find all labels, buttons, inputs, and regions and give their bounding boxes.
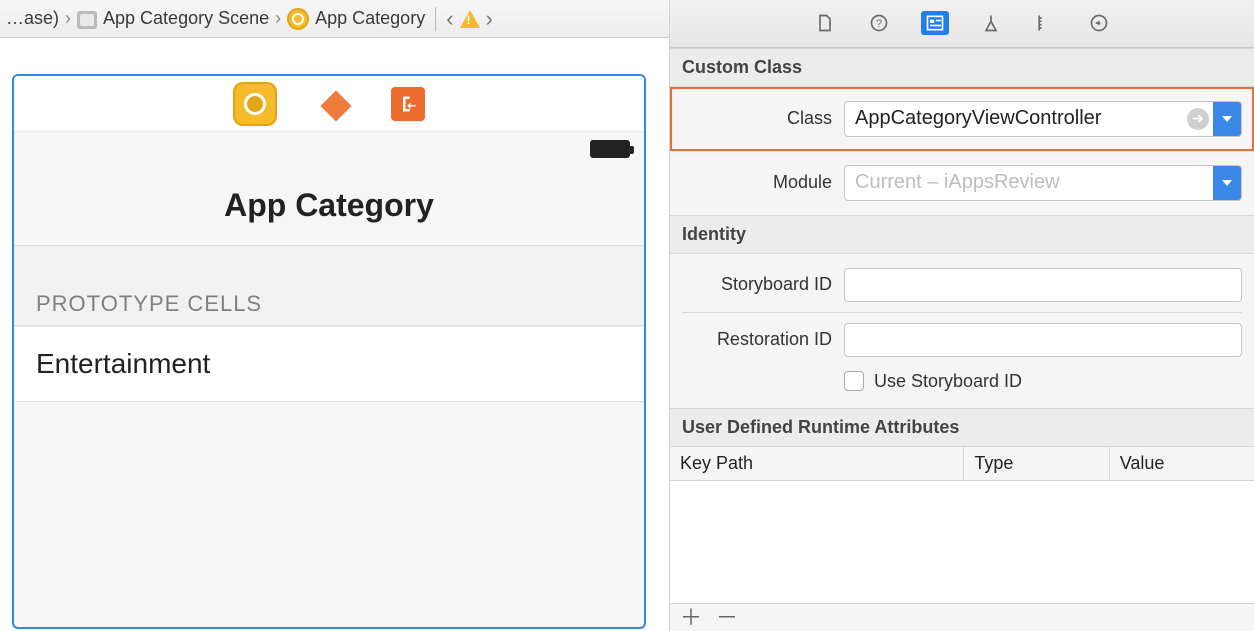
storyboard-id-label: Storyboard ID <box>682 274 832 295</box>
nav-bar[interactable]: App Category <box>14 166 644 246</box>
restoration-id-input[interactable] <box>844 323 1242 357</box>
exit-icon[interactable] <box>391 87 425 121</box>
module-label: Module <box>682 172 832 193</box>
prototype-cells-label: PROTOTYPE CELLS <box>14 246 644 326</box>
inspector-tab-bar: ? <box>670 0 1254 48</box>
interface-builder-canvas-pane: …ase) › App Category Scene › App Categor… <box>0 0 670 631</box>
attributes-inspector-icon[interactable] <box>979 11 1003 35</box>
file-inspector-icon[interactable] <box>813 11 837 35</box>
chevron-down-icon <box>1222 180 1232 186</box>
nav-title: App Category <box>224 187 434 224</box>
nav-forward-icon[interactable]: › <box>486 6 493 32</box>
module-input[interactable] <box>845 171 1213 194</box>
module-row: Module <box>670 151 1254 215</box>
column-keypath[interactable]: Key Path <box>670 447 964 480</box>
use-storyboard-id-label: Use Storyboard ID <box>874 371 1022 392</box>
breadcrumb-item[interactable]: App Category <box>315 8 425 29</box>
runtime-attrs-table[interactable] <box>670 481 1254 605</box>
chevron-right-icon: › <box>65 8 71 29</box>
class-dropdown-button[interactable] <box>1213 102 1241 136</box>
class-combobox[interactable]: ➔ <box>844 101 1242 137</box>
view-controller-icon[interactable] <box>233 82 277 126</box>
help-inspector-icon[interactable]: ? <box>867 11 891 35</box>
status-bar <box>14 132 644 166</box>
restoration-id-label: Restoration ID <box>682 329 832 350</box>
cell-title-label: Entertainment <box>36 348 210 380</box>
divider <box>682 312 1242 313</box>
nav-back-icon[interactable]: ‹ <box>446 6 453 32</box>
module-combobox[interactable] <box>844 165 1242 201</box>
storyboard-scene-icon <box>77 11 97 29</box>
connections-inspector-icon[interactable] <box>1087 11 1111 35</box>
view-controller-icon <box>287 8 309 30</box>
chevron-down-icon <box>1222 116 1232 122</box>
column-type[interactable]: Type <box>964 447 1109 480</box>
chevron-right-icon: › <box>275 8 281 29</box>
storyboard-id-input[interactable] <box>844 268 1242 302</box>
class-label: Class <box>682 108 832 129</box>
section-header-runtime-attrs: User Defined Runtime Attributes <box>670 408 1254 447</box>
module-dropdown-button[interactable] <box>1213 166 1241 200</box>
table-row[interactable]: Entertainment <box>14 326 644 402</box>
canvas-area[interactable]: App Category PROTOTYPE CELLS Entertainme… <box>0 38 669 631</box>
size-inspector-icon[interactable] <box>1033 11 1057 35</box>
divider <box>435 7 436 31</box>
runtime-attrs-footer: ＋ － <box>670 604 1254 631</box>
scene-dock <box>14 76 644 132</box>
column-value[interactable]: Value <box>1110 447 1254 480</box>
custom-class-row: Class ➔ <box>670 87 1254 151</box>
class-input[interactable] <box>845 107 1187 130</box>
jump-to-class-icon[interactable]: ➔ <box>1187 108 1209 130</box>
device-preview[interactable]: App Category PROTOTYPE CELLS Entertainme… <box>12 74 646 629</box>
section-header-identity: Identity <box>670 215 1254 254</box>
svg-text:?: ? <box>876 18 882 30</box>
identity-inspector-icon[interactable] <box>921 11 949 35</box>
first-responder-icon[interactable] <box>321 91 347 117</box>
section-header-custom-class: Custom Class <box>670 48 1254 87</box>
remove-attribute-button[interactable]: － <box>716 607 738 629</box>
breadcrumb-root[interactable]: …ase) <box>6 8 59 29</box>
breadcrumb-scene[interactable]: App Category Scene <box>103 8 269 29</box>
warning-icon[interactable] <box>460 10 480 28</box>
battery-icon <box>590 140 630 158</box>
breadcrumb: …ase) › App Category Scene › App Categor… <box>0 0 669 38</box>
add-attribute-button[interactable]: ＋ <box>680 607 702 629</box>
inspector-pane: ? Custom Class Class ➔ <box>670 0 1254 631</box>
runtime-attrs-columns: Key Path Type Value <box>670 447 1254 481</box>
use-storyboard-id-checkbox[interactable] <box>844 371 864 391</box>
identity-section: Storyboard ID Restoration ID Use Storybo… <box>670 254 1254 408</box>
